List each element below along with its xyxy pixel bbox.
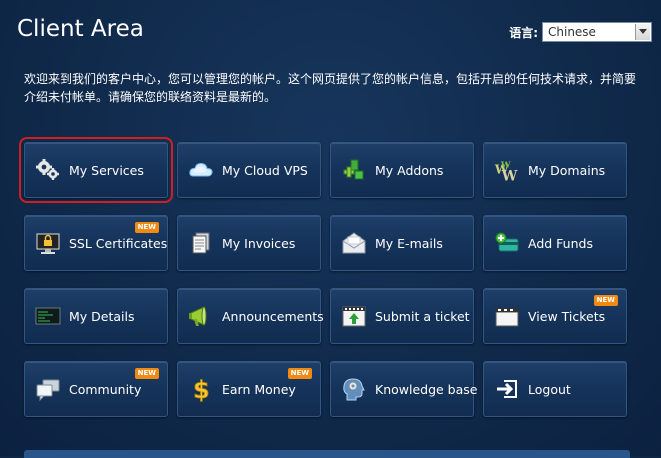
my-services-button[interactable]: My Services bbox=[19, 137, 173, 203]
my-domains-button[interactable]: W W W My Domains bbox=[483, 142, 627, 198]
tile-label: My E-mails bbox=[375, 235, 443, 251]
chevron-down-icon[interactable] bbox=[635, 24, 650, 40]
tile-label: Logout bbox=[528, 381, 571, 397]
envelope-icon bbox=[341, 230, 367, 256]
announcements-button[interactable]: Announcements bbox=[177, 288, 324, 344]
tile-label: Submit a ticket bbox=[375, 308, 470, 324]
new-badge: NEW bbox=[593, 295, 618, 306]
head-gear-icon bbox=[341, 376, 367, 402]
my-invoices-button[interactable]: My Invoices bbox=[177, 215, 321, 271]
bottom-panel-edge bbox=[24, 450, 630, 458]
my-details-button[interactable]: My Details bbox=[24, 288, 168, 344]
clapperboard-icon bbox=[494, 303, 520, 329]
welcome-text: 欢迎来到我们的客户中心，您可以管理您的帐户。这个网页提供了您的帐户信息，包括开启… bbox=[24, 72, 637, 104]
add-funds-button[interactable]: Add Funds bbox=[483, 215, 627, 271]
client-area-page: Client Area 语言: Chinese 欢迎来到我们的客户中心，您可以管… bbox=[0, 0, 661, 458]
gears-icon bbox=[35, 157, 61, 183]
my-emails-button[interactable]: My E-mails bbox=[330, 215, 474, 271]
logout-button[interactable]: Logout bbox=[483, 361, 627, 417]
new-badge: NEW bbox=[134, 368, 159, 379]
submit-ticket-button[interactable]: Submit a ticket bbox=[330, 288, 474, 344]
svg-text:W: W bbox=[501, 168, 518, 184]
view-tickets-button[interactable]: View Tickets NEW bbox=[483, 288, 627, 344]
tile-label: Add Funds bbox=[528, 235, 593, 251]
tile-label: My Cloud VPS bbox=[222, 162, 308, 178]
tile-label: My Domains bbox=[528, 162, 606, 178]
tile-label: Community bbox=[69, 381, 142, 397]
my-addons-button[interactable]: My Addons bbox=[330, 142, 474, 198]
www-icon: W W W bbox=[494, 157, 520, 184]
tile-label: SSL Certificates bbox=[69, 235, 168, 251]
tile-label: My Addons bbox=[375, 162, 444, 178]
ssl-certificates-button[interactable]: SSL Certificates NEW bbox=[24, 215, 168, 271]
megaphone-icon bbox=[188, 303, 214, 329]
terminal-icon bbox=[35, 303, 61, 329]
upload-ticket-icon bbox=[341, 303, 367, 329]
language-selected-value: Chinese bbox=[548, 25, 596, 39]
knowledge-base-button[interactable]: Knowledge base bbox=[330, 361, 478, 417]
language-selector: 语言: Chinese bbox=[509, 22, 652, 42]
chat-bubbles-icon bbox=[35, 376, 61, 402]
tile-label: My Services bbox=[69, 162, 144, 178]
community-button[interactable]: Community NEW bbox=[24, 361, 168, 417]
new-badge: NEW bbox=[134, 222, 159, 233]
logout-arrow-icon bbox=[494, 376, 520, 402]
earn-money-button[interactable]: $ Earn Money NEW bbox=[177, 361, 321, 417]
cloud-icon bbox=[188, 157, 214, 183]
add-card-icon bbox=[494, 230, 520, 256]
language-select[interactable]: Chinese bbox=[542, 22, 652, 42]
page-title: Client Area bbox=[17, 16, 144, 42]
tile-label: Earn Money bbox=[222, 381, 296, 397]
tile-label: Knowledge base bbox=[375, 381, 478, 397]
svg-text:$: $ bbox=[193, 376, 210, 403]
tile-label: My Invoices bbox=[222, 235, 296, 251]
my-cloud-vps-button[interactable]: My Cloud VPS bbox=[177, 142, 321, 198]
language-label: 语言: bbox=[509, 25, 538, 40]
documents-icon bbox=[188, 230, 214, 256]
tile-label: View Tickets bbox=[528, 308, 606, 324]
puzzle-plus-icon bbox=[341, 157, 367, 183]
tile-grid: My Services My Cloud VPS My Addons W W W… bbox=[19, 137, 627, 417]
lock-monitor-icon bbox=[35, 230, 61, 256]
dollar-icon: $ bbox=[188, 376, 214, 403]
new-badge: NEW bbox=[287, 368, 312, 379]
tile-label: My Details bbox=[69, 308, 135, 324]
tile-label: Announcements bbox=[222, 308, 324, 324]
